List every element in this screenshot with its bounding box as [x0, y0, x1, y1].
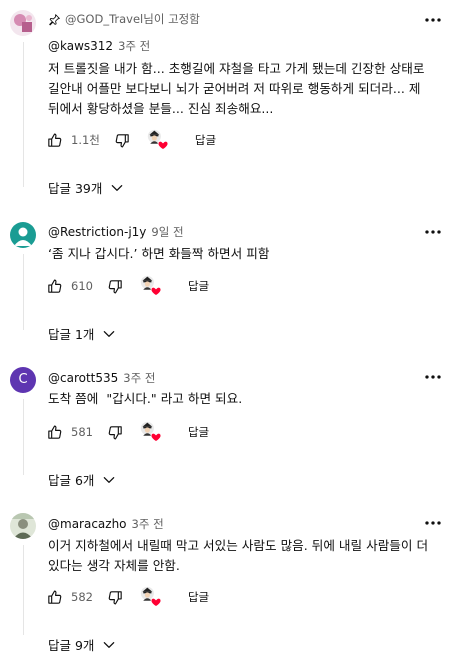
chevron-down-icon	[102, 473, 116, 487]
view-replies-button[interactable]: 답글 39개	[48, 178, 124, 197]
dislike-button[interactable]	[107, 278, 124, 295]
pinned-indicator: @GOD_Travel님이 고정함	[48, 11, 200, 27]
comment-header: @carott535 3주 전	[48, 370, 155, 386]
pin-icon	[49, 13, 60, 25]
comment-text: 이거 지하철에서 내릴때 막고 서있는 사람도 많음. 뒤에 내릴 사람들이 더…	[48, 538, 429, 573]
more-vert-icon	[424, 368, 442, 386]
like-count: 582	[71, 590, 93, 604]
chevron-down-icon	[110, 181, 124, 195]
creator-heart-icon	[157, 139, 169, 151]
author-name[interactable]: @kaws312	[48, 39, 113, 53]
dislike-button[interactable]	[107, 589, 124, 606]
more-actions-button[interactable]	[421, 367, 445, 387]
creator-heart	[140, 421, 162, 443]
view-replies-button[interactable]: 답글 6개	[48, 470, 116, 489]
view-replies-button[interactable]: 답글 9개	[48, 635, 116, 654]
more-actions-button[interactable]	[421, 10, 445, 30]
thread-line	[23, 254, 24, 330]
comment-header: @Restriction-j1y 9일 전	[48, 224, 184, 240]
avatar[interactable]	[10, 513, 36, 539]
dislike-button[interactable]	[114, 132, 131, 149]
thread-line	[23, 545, 24, 635]
avatar[interactable]	[10, 10, 36, 36]
comment-text: ‘좀 지나 갑시다.’ 하면 화들짝 하면서 피함	[48, 246, 270, 261]
comment-actions: 581 답글	[46, 420, 209, 444]
author-name[interactable]: @maracazho	[48, 517, 127, 531]
reply-button[interactable]: 답글	[188, 424, 209, 440]
author-name[interactable]: @Restriction-j1y	[48, 225, 146, 239]
more-vert-icon	[424, 514, 442, 532]
avatar[interactable]	[10, 222, 36, 248]
reply-button[interactable]: 답글	[195, 132, 216, 148]
thumb-down-icon	[107, 589, 124, 606]
more-actions-button[interactable]	[421, 513, 445, 533]
comment-text: 도착 쯤에 "갑시다." 라고 하면 되요.	[48, 391, 243, 406]
thumb-down-icon	[114, 132, 131, 149]
thumb-up-icon	[46, 589, 63, 606]
comment-actions: 1.1천 답글	[46, 128, 216, 152]
creator-heart	[147, 129, 169, 151]
reply-button[interactable]: 답글	[188, 589, 209, 605]
replies-count: 답글 1개	[48, 327, 95, 342]
more-vert-icon	[424, 223, 442, 241]
comment-actions: 610 답글	[46, 274, 209, 298]
author-name[interactable]: @carott535	[48, 371, 118, 385]
more-vert-icon	[424, 11, 442, 29]
avatar[interactable]: C	[10, 367, 36, 393]
thread-line	[23, 42, 24, 187]
creator-heart-icon	[150, 285, 162, 297]
creator-heart-icon	[150, 431, 162, 443]
like-button[interactable]: 610	[46, 278, 93, 295]
thumb-down-icon	[107, 424, 124, 441]
like-button[interactable]: 581	[46, 424, 93, 441]
view-replies-button[interactable]: 답글 1개	[48, 324, 116, 343]
replies-count: 답글 6개	[48, 473, 95, 488]
timestamp[interactable]: 3주 전	[118, 38, 150, 54]
creator-heart-icon	[150, 596, 162, 608]
timestamp[interactable]: 3주 전	[132, 516, 164, 532]
replies-count: 답글 39개	[48, 181, 103, 196]
pinned-label: @GOD_Travel님이 고정함	[65, 12, 200, 26]
comment-header: @kaws312 3주 전	[48, 38, 150, 54]
thumb-up-icon	[46, 132, 63, 149]
creator-heart	[140, 275, 162, 297]
like-button[interactable]: 582	[46, 589, 93, 606]
like-count: 1.1천	[71, 133, 100, 147]
thumb-down-icon	[107, 278, 124, 295]
like-count: 610	[71, 279, 93, 293]
chevron-down-icon	[102, 327, 116, 341]
creator-heart	[140, 586, 162, 608]
more-actions-button[interactable]	[421, 222, 445, 242]
comment-header: @maracazho 3주 전	[48, 516, 164, 532]
dislike-button[interactable]	[107, 424, 124, 441]
thumb-up-icon	[46, 424, 63, 441]
timestamp[interactable]: 9일 전	[151, 224, 183, 240]
like-button[interactable]: 1.1천	[46, 132, 100, 149]
thread-line	[23, 399, 24, 475]
chevron-down-icon	[102, 638, 116, 652]
replies-count: 답글 9개	[48, 638, 95, 653]
thumb-up-icon	[46, 278, 63, 295]
reply-button[interactable]: 답글	[188, 278, 209, 294]
comment-actions: 582 답글	[46, 585, 209, 609]
comment-text: 저 트롤짓을 내가 함... 초행길에 쟈철을 타고 가게 됐는데 긴장한 상태…	[48, 61, 425, 116]
timestamp[interactable]: 3주 전	[123, 370, 155, 386]
like-count: 581	[71, 425, 93, 439]
